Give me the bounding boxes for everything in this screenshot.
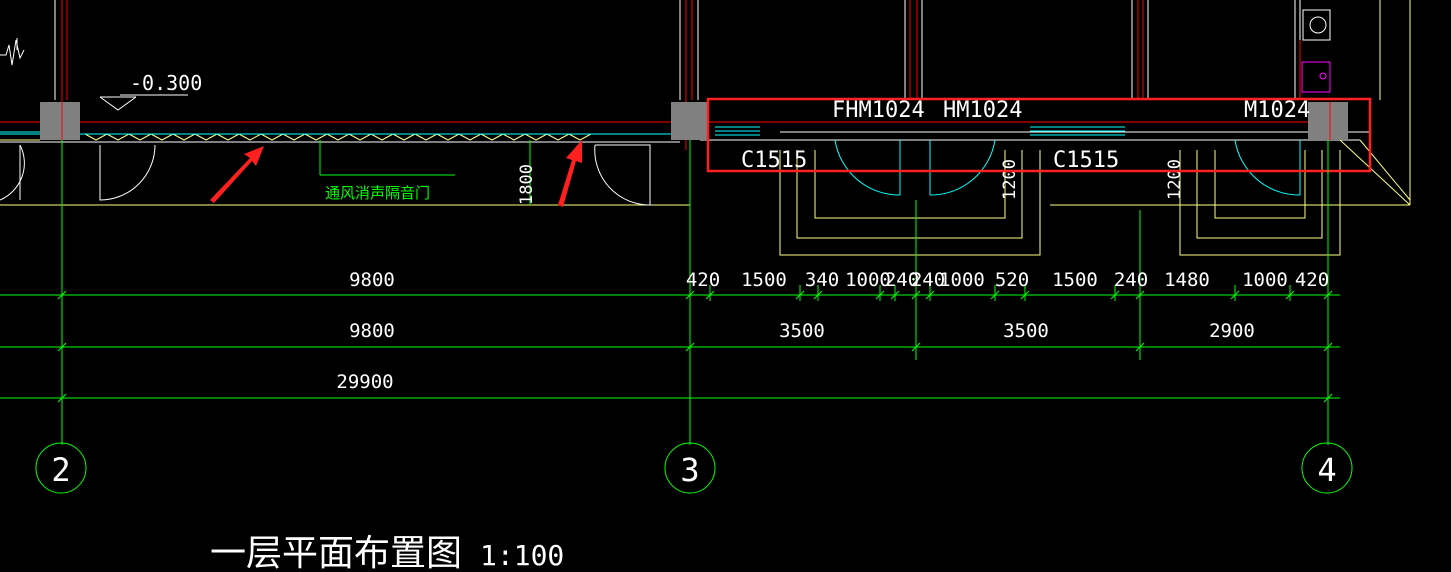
dim-row1-text: 420 xyxy=(686,269,720,291)
dim-row1-text: 1000 xyxy=(1242,269,1288,291)
axis-label-4: 4 xyxy=(1317,451,1336,489)
stair-hatch xyxy=(0,39,25,66)
axis-label-2: 2 xyxy=(51,451,70,489)
cad-canvas: -0.300 通风消声隔音门 1800 FHM1024 HM1024 M1024… xyxy=(0,0,1451,572)
elevation-text: -0.300 xyxy=(130,71,202,95)
label-c-left: C1515 xyxy=(741,148,807,173)
magenta-fixture-dot xyxy=(1319,72,1327,80)
dimension-ticks xyxy=(57,285,1333,404)
dim-row1-text: 340 xyxy=(805,269,839,291)
label-hm: HM1024 xyxy=(943,98,1022,123)
arrow-right xyxy=(558,140,582,207)
arrow-left xyxy=(210,146,264,203)
vent-door-zigzag xyxy=(84,133,592,141)
floor-plan-drawing: -0.300 通风消声隔音门 1800 FHM1024 HM1024 M1024… xyxy=(0,0,1411,572)
vent-door-label: 通风消声隔音门 xyxy=(325,184,430,202)
dim-row1-text: 1000 xyxy=(939,269,985,291)
dim-row2-text: 9800 xyxy=(349,320,395,342)
dimension-texts: 9800 420 1500 340 10002402401000 520 1500 240 14… xyxy=(336,269,1329,393)
label-1200-a: 1200 xyxy=(1000,159,1020,200)
dim-row2-text: 3500 xyxy=(779,320,825,342)
label-fhm: FHM1024 xyxy=(832,98,925,123)
label-m: M1024 xyxy=(1244,98,1310,123)
dim-row2-text: 3500 xyxy=(1003,320,1049,342)
dim-row1-text: 520 xyxy=(995,269,1029,291)
sink-icon xyxy=(1309,16,1327,34)
dim-row1-text: 420 xyxy=(1295,269,1329,291)
dim-row2-text: 2900 xyxy=(1209,320,1255,342)
axis-label-3: 3 xyxy=(680,451,699,489)
label-c-right: C1515 xyxy=(1053,148,1119,173)
drawing-scale: 1:100 xyxy=(480,539,564,572)
vertical-dim-1800: 1800 xyxy=(517,164,537,205)
dim-row1-text: 9800 xyxy=(349,269,395,291)
drawing-title: 一层平面布置图 xyxy=(210,533,462,572)
dimension-lines xyxy=(0,140,1340,445)
dim-row1-text: 1500 xyxy=(741,269,787,291)
dim-row1-text: 240 xyxy=(1114,269,1148,291)
axis-red-lines xyxy=(0,0,1340,210)
elevation-mark xyxy=(99,94,188,111)
dim-row1-text: 1480 xyxy=(1164,269,1210,291)
dim-row3-text: 29900 xyxy=(336,371,393,393)
dim-row1-text: 1500 xyxy=(1052,269,1098,291)
label-1200-b: 1200 xyxy=(1165,159,1185,200)
